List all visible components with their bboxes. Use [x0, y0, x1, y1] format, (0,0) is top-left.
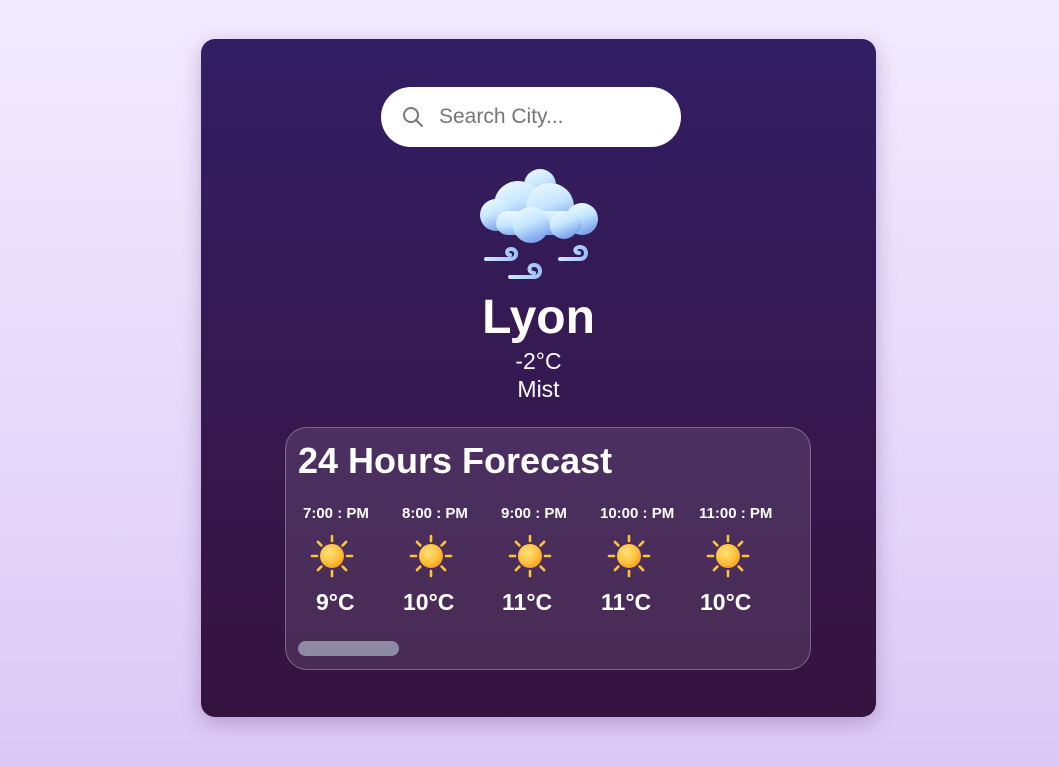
forecast-hour-item: 8:00 : PM 10°C	[397, 504, 496, 616]
city-name: Lyon	[482, 291, 595, 344]
forecast-hour-temp: 10°C	[700, 589, 752, 615]
forecast-title: 24 Hours Forecast	[298, 440, 613, 481]
weather-condition: Mist	[517, 376, 560, 402]
horizontal-scrollbar-thumb[interactable]	[298, 641, 399, 656]
forecast-hour-temp: 10°C	[403, 589, 455, 615]
weather-card: Lyon -2°C Mist 24 Hours Forecast 7:00 : …	[201, 39, 876, 717]
forecast-hour-time: 7:00 : PM	[303, 505, 369, 522]
current-temperature: -2°C	[515, 348, 562, 374]
sun-icon	[706, 534, 750, 578]
hourly-forecast-panel: 24 Hours Forecast 7:00 : PM 9°C 8:00 : P…	[285, 427, 811, 670]
forecast-hour-time: 9:00 : PM	[501, 505, 567, 522]
forecast-hour-temp: 11°C	[601, 589, 652, 615]
forecast-hour-time: 8:00 : PM	[402, 505, 468, 522]
search-input[interactable]	[437, 104, 661, 130]
forecast-hour-temp: 11°C	[502, 589, 553, 615]
forecast-hour-time: 10:00 : PM	[600, 505, 675, 522]
search-icon	[403, 107, 423, 127]
cloud-mist-icon	[480, 169, 598, 279]
forecast-hour-item: 11:00 : PM 10°C	[694, 504, 793, 616]
forecast-hour-time: 11:00 : PM	[699, 505, 773, 522]
hourly-forecast-list: 7:00 : PM 9°C 8:00 : PM 10°C 9:00 : PM 1…	[298, 504, 798, 616]
forecast-hour-item: 9:00 : PM 11°C	[496, 504, 595, 616]
sun-icon	[508, 534, 552, 578]
sun-icon	[409, 534, 453, 578]
forecast-hour-item: 7:00 : PM 9°C	[298, 504, 397, 616]
forecast-hour-time: 1	[793, 504, 798, 524]
hourly-forecast-scroller[interactable]: 7:00 : PM 9°C 8:00 : PM 10°C 9:00 : PM 1…	[298, 504, 798, 622]
sun-icon	[607, 534, 651, 578]
forecast-hour-temp: 9°C	[316, 589, 355, 615]
forecast-hour-item: 10:00 : PM 11°C	[595, 504, 694, 616]
search-bar[interactable]	[381, 87, 681, 147]
sun-icon	[310, 534, 354, 578]
forecast-hour-item: 1	[793, 504, 798, 616]
